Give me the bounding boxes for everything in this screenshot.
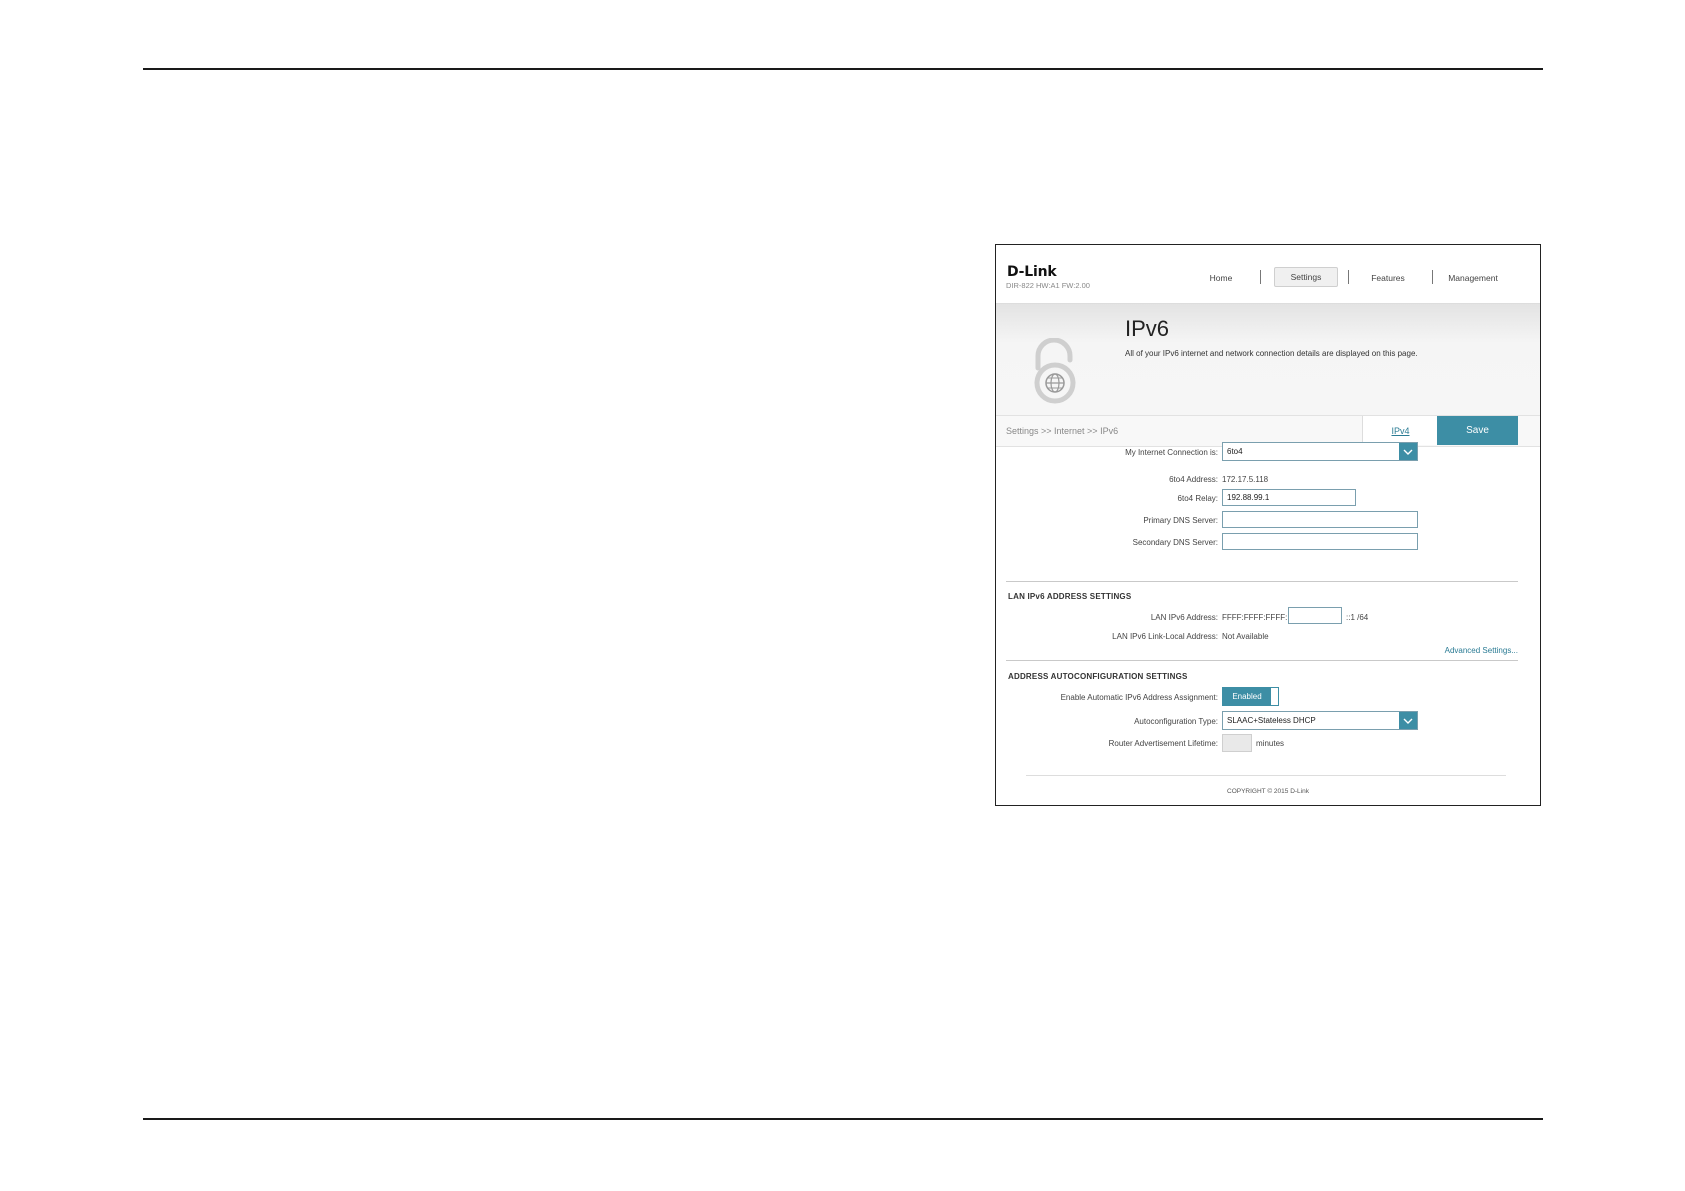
secondary-dns-label: Secondary DNS Server: bbox=[1132, 538, 1218, 547]
enable-auto-assignment-toggle[interactable]: Enabled bbox=[1222, 687, 1279, 706]
dlink-logo: D-Link bbox=[1007, 264, 1057, 280]
chevron-down-icon bbox=[1399, 712, 1417, 729]
lan-section-title: LAN IPv6 ADDRESS SETTINGS bbox=[1008, 592, 1132, 601]
nav-home[interactable]: Home bbox=[1201, 273, 1241, 283]
header: D-Link DIR-822 HW:A1 FW:2.00 Home Settin… bbox=[996, 245, 1540, 303]
sixto4-relay-label: 6to4 Relay: bbox=[1177, 494, 1218, 503]
connection-type-label: My Internet Connection is: bbox=[1125, 448, 1218, 457]
page-top-rule bbox=[143, 68, 1543, 70]
primary-dns-label: Primary DNS Server: bbox=[1143, 516, 1218, 525]
copyright: COPYRIGHT © 2015 D-Link bbox=[1227, 788, 1309, 795]
footer-divider bbox=[1026, 775, 1506, 776]
advanced-settings-link[interactable]: Advanced Settings... bbox=[1428, 646, 1518, 655]
sixto4-address-value: 172.17.5.118 bbox=[1222, 475, 1269, 484]
save-button[interactable]: Save bbox=[1437, 416, 1518, 445]
lan-ipv6-address-prefix: FFFF:FFFF:FFFF: bbox=[1222, 613, 1288, 622]
nav-features[interactable]: Features bbox=[1363, 273, 1413, 283]
page-banner: IPv6 All of your IPv6 internet and netwo… bbox=[996, 303, 1540, 416]
toggle-enabled-state: Enabled bbox=[1223, 688, 1271, 705]
nav-separator bbox=[1260, 270, 1261, 284]
nav-separator bbox=[1432, 270, 1433, 284]
lan-ipv6-address-suffix: ::1 /64 bbox=[1346, 613, 1369, 622]
sixto4-address-label: 6to4 Address: bbox=[1169, 475, 1218, 484]
nav-separator bbox=[1348, 270, 1349, 284]
page-title: IPv6 bbox=[1125, 316, 1170, 341]
page-bottom-rule bbox=[143, 1118, 1543, 1120]
primary-dns-input[interactable] bbox=[1222, 511, 1418, 528]
section-divider bbox=[1006, 660, 1518, 661]
nav-settings[interactable]: Settings bbox=[1274, 267, 1338, 287]
secondary-dns-input[interactable] bbox=[1222, 533, 1418, 550]
autoconfig-type-label: Autoconfiguration Type: bbox=[1134, 717, 1218, 726]
lan-ipv6-address-label: LAN IPv6 Address: bbox=[1150, 613, 1218, 622]
section-divider bbox=[1006, 581, 1518, 582]
sixto4-relay-input[interactable]: 192.88.99.1 bbox=[1222, 489, 1356, 506]
ipv6-lock-globe-icon bbox=[1034, 338, 1076, 404]
autoconfig-type-value: SLAAC+Stateless DHCP bbox=[1227, 716, 1316, 725]
connection-type-value: 6to4 bbox=[1227, 447, 1243, 456]
ra-lifetime-input[interactable] bbox=[1222, 734, 1252, 752]
connection-type-select[interactable]: 6to4 bbox=[1222, 442, 1418, 461]
lan-ipv6-address-input[interactable] bbox=[1288, 607, 1342, 624]
lan-link-local-label: LAN IPv6 Link-Local Address: bbox=[1112, 632, 1218, 641]
router-ui-screenshot: D-Link DIR-822 HW:A1 FW:2.00 Home Settin… bbox=[995, 244, 1541, 806]
ipv4-button[interactable]: IPv4 bbox=[1362, 416, 1439, 445]
nav-management[interactable]: Management bbox=[1443, 273, 1503, 283]
ra-lifetime-label: Router Advertisement Lifetime: bbox=[1108, 739, 1218, 748]
ra-lifetime-unit: minutes bbox=[1256, 739, 1285, 748]
breadcrumb: Settings >> Internet >> IPv6 bbox=[1006, 426, 1119, 436]
enable-auto-assignment-label: Enable Automatic IPv6 Address Assignment… bbox=[1060, 693, 1218, 702]
chevron-down-icon bbox=[1399, 443, 1417, 460]
autoconfig-section-title: ADDRESS AUTOCONFIGURATION SETTINGS bbox=[1008, 672, 1188, 681]
model-info: DIR-822 HW:A1 FW:2.00 bbox=[1006, 281, 1090, 290]
lan-link-local-value: Not Available bbox=[1222, 632, 1269, 641]
page-description: All of your IPv6 internet and network co… bbox=[1125, 349, 1418, 358]
autoconfig-type-select[interactable]: SLAAC+Stateless DHCP bbox=[1222, 711, 1418, 730]
